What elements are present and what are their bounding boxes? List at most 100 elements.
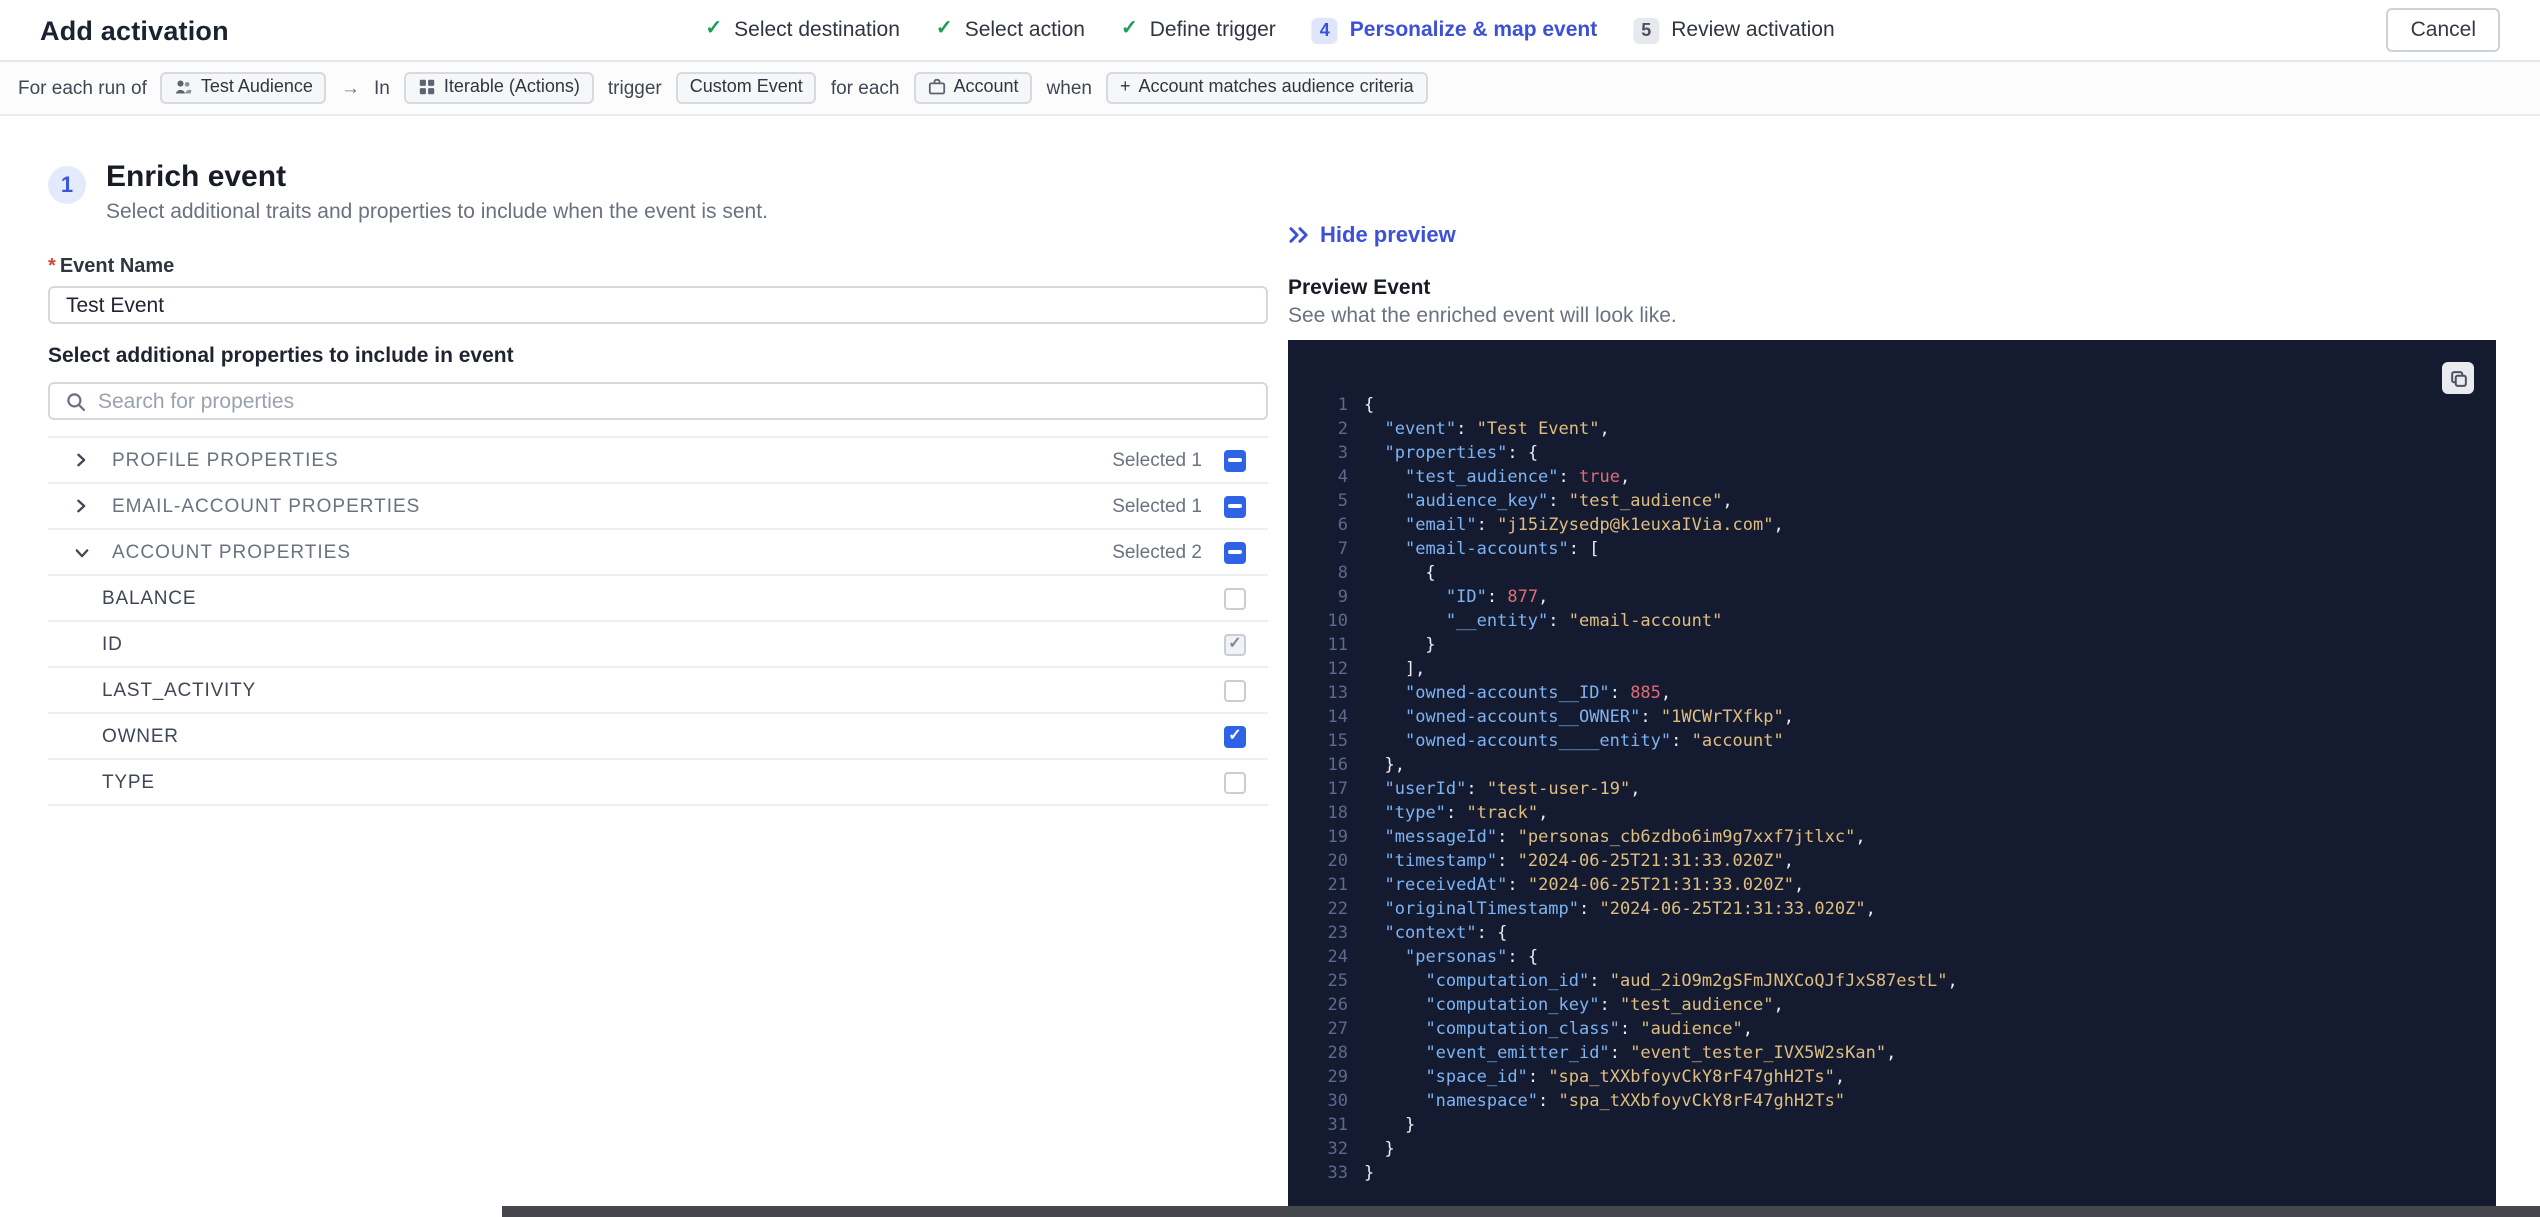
step-personalize-map-event[interactable]: 4 Personalize & map event xyxy=(1311,17,1598,43)
properties-search-input[interactable] xyxy=(98,389,1250,413)
summary-in-label: In xyxy=(373,77,390,99)
section-checkbox-indeterminate[interactable] xyxy=(1224,495,1246,517)
summary-prefix: For each run of xyxy=(18,77,147,99)
property-label: ID xyxy=(102,633,123,655)
code-line: 3 "properties": { xyxy=(1337,444,1539,464)
preview-panel: Hide preview Preview Event See what the … xyxy=(1288,116,2496,1216)
step-check-icon: ✓ xyxy=(705,18,723,40)
code-lines: 1{ 2 "event": "Test Event", 3 "properties"… xyxy=(1288,394,2496,1186)
criteria-pill-label: Account matches audience criteria xyxy=(1138,76,1414,97)
step-select-destination[interactable]: ✓ Select destination xyxy=(705,18,900,42)
code-line: 7 "email-accounts": [ xyxy=(1337,540,1600,560)
code-line: 24 "personas": { xyxy=(1327,948,1539,968)
hide-preview-link[interactable]: Hide preview xyxy=(1288,223,1456,247)
trigger-pill[interactable]: Custom Event xyxy=(675,71,817,105)
section-profile-properties[interactable]: PROFILE PROPERTIES Selected 1 xyxy=(48,438,1268,484)
step-select-action[interactable]: ✓ Select action xyxy=(936,18,1085,42)
section-label: EMAIL-ACCOUNT PROPERTIES xyxy=(112,495,421,517)
code-line: 16 }, xyxy=(1327,756,1405,776)
step-label: Review activation xyxy=(1671,18,1835,42)
code-line: 10 "__entity": "email-account" xyxy=(1327,612,1723,632)
activation-summary-bar: For each run of Test Audience → In Itera… xyxy=(0,62,2540,116)
enrich-event-panel: 1 Enrich event Select additional traits … xyxy=(48,116,1268,806)
destination-pill[interactable]: Iterable (Actions) xyxy=(403,71,594,105)
step-check-icon: ✓ xyxy=(935,18,953,40)
properties-search[interactable] xyxy=(48,382,1268,420)
code-line: 27 "computation_class": "audience", xyxy=(1327,1020,1754,1040)
code-line: 9 "ID": 877, xyxy=(1337,588,1549,608)
trigger-pill-label: Custom Event xyxy=(689,76,803,97)
double-chevron-right-icon xyxy=(1289,227,1308,243)
checkbox-checked[interactable]: ✓ xyxy=(1224,725,1246,747)
step-review-activation[interactable]: 5 Review activation xyxy=(1633,17,1835,43)
entity-pill[interactable]: Account xyxy=(913,71,1033,105)
stepper: ✓ Select destination ✓ Select action ✓ D… xyxy=(705,0,1835,60)
property-row-last-activity[interactable]: LAST_ACTIVITY xyxy=(48,668,1268,714)
audience-icon xyxy=(176,81,193,95)
cancel-button[interactable]: Cancel xyxy=(2386,8,2500,52)
check-icon: ✓ xyxy=(1228,634,1242,652)
code-line: 31 } xyxy=(1327,1116,1416,1136)
account-icon xyxy=(928,79,945,96)
code-line: 13 "owned-accounts__ID": 885, xyxy=(1327,684,1672,704)
code-line: 8 { xyxy=(1337,564,1436,584)
section-account-properties[interactable]: ACCOUNT PROPERTIES Selected 2 xyxy=(48,530,1268,576)
enrich-title: Enrich event xyxy=(106,160,287,194)
step-number-badge: 4 xyxy=(1311,17,1338,43)
step-label: Personalize & map event xyxy=(1349,18,1598,42)
code-line: 14 "owned-accounts__OWNER": "1WCWrTXfkp"… xyxy=(1327,708,1794,728)
check-icon: ✓ xyxy=(1228,726,1242,744)
properties-accordion: PROFILE PROPERTIES Selected 1 EMAIL-ACCO… xyxy=(48,436,1268,806)
code-line: 2 "event": "Test Event", xyxy=(1337,420,1610,440)
code-line: 23 "context": { xyxy=(1327,924,1508,944)
required-asterisk: * xyxy=(48,256,56,278)
arrow-right-icon: → xyxy=(340,77,360,99)
checkbox-unchecked[interactable] xyxy=(1224,679,1246,701)
audience-pill-label: Test Audience xyxy=(200,76,313,97)
code-line: 1{ xyxy=(1337,396,1375,416)
event-name-input[interactable] xyxy=(48,286,1268,324)
code-line: 12 ], xyxy=(1327,660,1426,680)
add-activation-page: Add activation ✓ Select destination ✓ Se… xyxy=(0,0,2540,1217)
summary-when-label: when xyxy=(1046,77,1092,99)
hide-preview-label: Hide preview xyxy=(1320,223,1456,247)
page-title: Add activation xyxy=(40,15,229,45)
event-name-label: * Event Name xyxy=(48,256,175,278)
property-label: BALANCE xyxy=(102,587,197,609)
code-line: 19 "messageId": "personas_cb6zdbo6im9g7x… xyxy=(1327,828,1866,848)
enrich-subtitle: Select additional traits and properties … xyxy=(106,200,768,224)
code-line: 22 "originalTimestamp": "2024-06-25T21:3… xyxy=(1327,900,1876,920)
property-label: TYPE xyxy=(102,771,155,793)
code-line: 21 "receivedAt": "2024-06-25T21:31:33.02… xyxy=(1327,876,1805,896)
destination-grid-icon xyxy=(419,80,435,96)
step-number-badge: 5 xyxy=(1633,17,1660,43)
checkbox-unchecked[interactable] xyxy=(1224,771,1246,793)
property-row-type[interactable]: TYPE xyxy=(48,760,1268,806)
step-label: Define trigger xyxy=(1149,18,1276,42)
selected-count: Selected 2 xyxy=(1112,541,1202,563)
code-line: 6 "email": "j15iZysedp@k1euxaIVia.com", xyxy=(1337,516,1784,536)
section-checkbox-indeterminate[interactable] xyxy=(1224,541,1246,563)
checkbox-checked-disabled[interactable]: ✓ xyxy=(1224,633,1246,655)
audience-pill[interactable]: Test Audience xyxy=(160,71,327,105)
selected-count: Selected 1 xyxy=(1112,495,1202,517)
step-define-trigger[interactable]: ✓ Define trigger xyxy=(1121,18,1276,42)
property-row-balance[interactable]: BALANCE xyxy=(48,576,1268,622)
preview-code-block: 1{ 2 "event": "Test Event", 3 "properties"… xyxy=(1288,340,2496,1216)
criteria-pill[interactable]: + Account matches audience criteria xyxy=(1105,71,1428,105)
section-email-account-properties[interactable]: EMAIL-ACCOUNT PROPERTIES Selected 1 xyxy=(48,484,1268,530)
code-line: 26 "computation_key": "test_audience", xyxy=(1327,996,1784,1016)
code-line: 4 "test_audience": true, xyxy=(1337,468,1631,488)
step-label: Select destination xyxy=(734,18,900,42)
code-line: 20 "timestamp": "2024-06-25T21:31:33.020… xyxy=(1327,852,1794,872)
chevron-right-icon xyxy=(74,498,90,514)
code-line: 18 "type": "track", xyxy=(1327,804,1549,824)
preview-title: Preview Event xyxy=(1288,276,1431,300)
destination-pill-label: Iterable (Actions) xyxy=(443,76,580,97)
property-row-id[interactable]: ID ✓ xyxy=(48,622,1268,668)
checkbox-unchecked[interactable] xyxy=(1224,587,1246,609)
property-row-owner[interactable]: OWNER ✓ xyxy=(48,714,1268,760)
section-checkbox-indeterminate[interactable] xyxy=(1224,449,1246,471)
chevron-down-icon xyxy=(74,545,90,559)
copy-button[interactable] xyxy=(2442,362,2474,394)
